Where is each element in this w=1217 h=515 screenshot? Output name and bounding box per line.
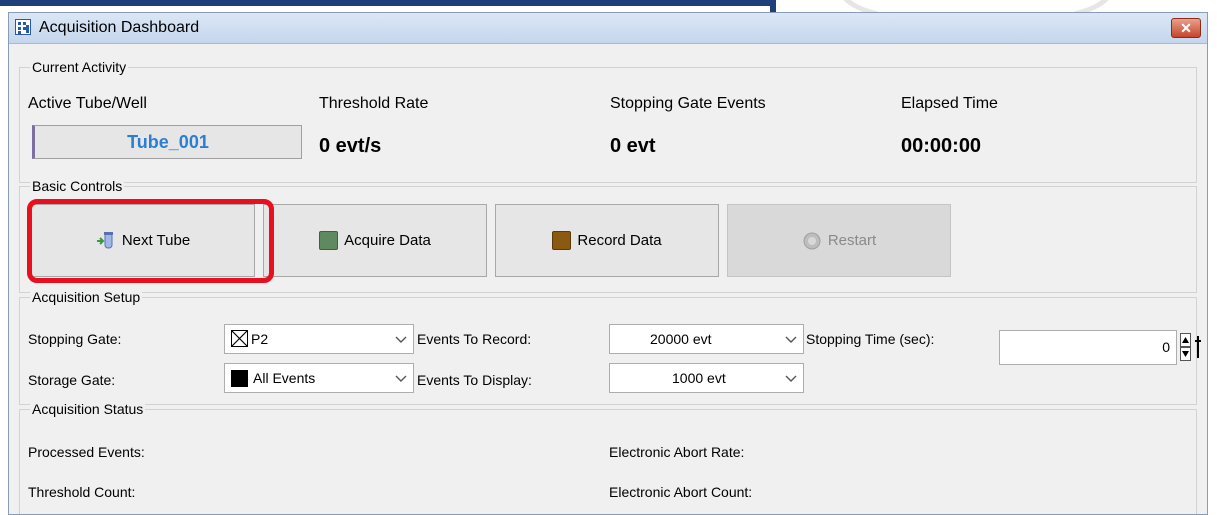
gate-x-icon xyxy=(231,330,248,347)
chevron-down-icon xyxy=(785,336,797,343)
elapsed-time-header: Elapsed Time xyxy=(901,95,998,112)
processed-events-label: Processed Events: xyxy=(28,444,145,460)
acquisition-dashboard-window: Acquisition Dashboard ✕ Current Activity… xyxy=(8,12,1208,515)
events-to-record-label: Events To Record: xyxy=(417,331,532,347)
events-to-record-select[interactable]: 20000 evt xyxy=(609,324,804,354)
background-strip xyxy=(0,0,1217,28)
close-icon: ✕ xyxy=(1180,20,1192,36)
active-tube-header: Active Tube/Well xyxy=(28,95,147,112)
record-data-label: Record Data xyxy=(577,232,662,249)
storage-gate-value: All Events xyxy=(253,370,316,386)
stopping-time-input[interactable]: 0 xyxy=(999,330,1177,365)
threshold-rate-value: 0 evt/s xyxy=(319,135,382,157)
window-title: Acquisition Dashboard xyxy=(39,19,200,36)
stopping-gate-select[interactable]: P2 xyxy=(224,324,414,354)
pin-icon[interactable] xyxy=(1193,333,1203,361)
acquire-data-icon xyxy=(319,231,339,250)
electronic-abort-count-label: Electronic Abort Count: xyxy=(609,484,753,500)
restart-label: Restart xyxy=(827,232,877,249)
stopping-gate-value: P2 xyxy=(251,331,269,347)
background-notch xyxy=(770,0,776,12)
close-button[interactable]: ✕ xyxy=(1171,18,1201,38)
title-bar[interactable]: Acquisition Dashboard ✕ xyxy=(9,13,1207,44)
gate-color-swatch xyxy=(231,370,248,387)
dashboard-app-icon xyxy=(15,19,31,35)
storage-gate-label: Storage Gate: xyxy=(28,372,116,388)
record-data-button[interactable]: Record Data xyxy=(495,204,719,277)
elapsed-time-value: 00:00:00 xyxy=(901,135,982,157)
current-activity-label: Current Activity xyxy=(30,59,129,75)
threshold-rate-header: Threshold Rate xyxy=(319,95,429,112)
events-to-display-value: 1000 evt xyxy=(672,370,726,386)
acquire-data-label: Acquire Data xyxy=(344,232,431,249)
stopping-gate-events-header: Stopping Gate Events xyxy=(610,95,766,112)
acquisition-status-label: Acquisition Status xyxy=(30,401,146,417)
background-bar xyxy=(0,0,772,6)
acquire-data-button[interactable]: Acquire Data xyxy=(263,204,487,277)
active-tube-field: Tube_001 xyxy=(32,125,302,159)
restart-icon xyxy=(803,232,821,249)
restart-button[interactable]: Restart xyxy=(727,204,951,277)
threshold-count-label: Threshold Count: xyxy=(28,484,136,500)
acquisition-status-group: Acquisition Status xyxy=(19,401,1197,514)
next-tube-highlight xyxy=(27,199,274,283)
acquisition-setup-label: Acquisition Setup xyxy=(30,289,143,305)
chevron-down-icon xyxy=(395,375,407,382)
record-data-icon xyxy=(552,231,572,250)
chevron-down-icon xyxy=(785,375,797,382)
events-to-display-select[interactable]: 1000 evt xyxy=(609,363,804,393)
chevron-down-icon xyxy=(395,336,407,343)
stopping-time-value: 0 xyxy=(1162,339,1170,355)
stopping-gate-label: Stopping Gate: xyxy=(28,331,122,347)
events-to-display-label: Events To Display: xyxy=(417,372,532,388)
stopping-time-label: Stopping Time (sec): xyxy=(806,331,935,347)
electronic-abort-rate-label: Electronic Abort Rate: xyxy=(609,444,745,460)
stopping-time-spinner[interactable] xyxy=(1180,333,1191,361)
basic-controls-label: Basic Controls xyxy=(30,178,125,194)
active-tube-value: Tube_001 xyxy=(127,132,209,152)
stopping-gate-events-value: 0 evt xyxy=(610,135,656,157)
events-to-record-value: 20000 evt xyxy=(650,331,712,347)
storage-gate-select[interactable]: All Events xyxy=(224,363,414,393)
